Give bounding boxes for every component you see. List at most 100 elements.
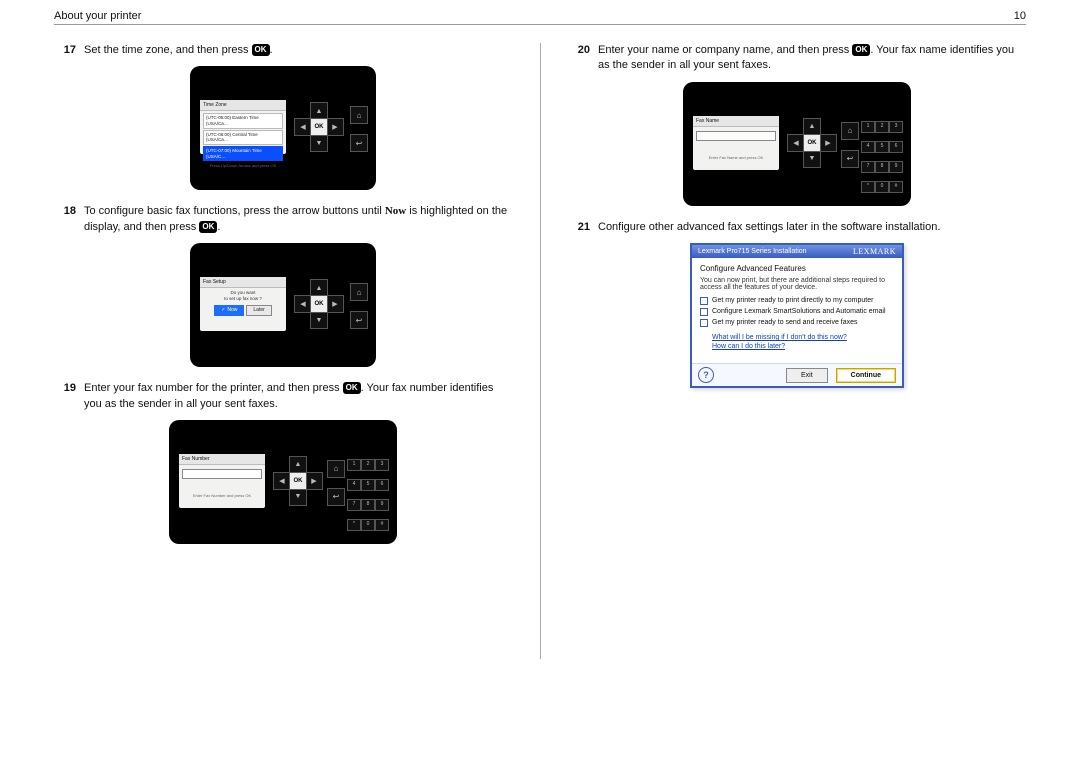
fax-number-field[interactable] (182, 469, 262, 479)
arrow-right-button[interactable]: ▶ (326, 295, 344, 313)
numkey[interactable]: 2 (875, 121, 889, 133)
numkey[interactable]: 1 (861, 121, 875, 133)
tz-item: (UTC-05:00) Eastern Time (USA/Ca… (203, 113, 283, 128)
help-icon[interactable]: ? (698, 367, 714, 383)
lcd-prompt: to set up fax now ? (203, 296, 283, 302)
numkey[interactable]: 0 (875, 181, 889, 193)
step-number: 19 (54, 381, 76, 412)
column-right: 2 0 Enter your name or company name, and … (540, 25, 1080, 665)
numkey[interactable]: 5 (875, 141, 889, 153)
dialog-link[interactable]: What will I be missing if I don't do thi… (712, 333, 894, 342)
dpad[interactable]: ▲ ▼ ◀ ▶ OK (273, 456, 321, 504)
check-label: Configure Lexmark SmartSolutions and Aut… (712, 308, 886, 315)
back-icon[interactable]: ↩ (350, 311, 368, 329)
numkey[interactable]: 8 (361, 499, 375, 511)
column-divider (540, 43, 541, 659)
now-button[interactable]: ✓ Now (214, 305, 244, 315)
checkbox-icon[interactable] (700, 319, 708, 327)
numkey[interactable]: 4 (861, 141, 875, 153)
ok-button[interactable]: OK (289, 472, 307, 490)
side-keys: ⌂ ↩ (350, 106, 366, 162)
numkey[interactable]: # (889, 181, 903, 193)
arrow-down-button[interactable]: ▼ (803, 150, 821, 168)
home-icon[interactable]: ⌂ (327, 460, 345, 478)
dialog-links: What will I be missing if I don't do thi… (712, 333, 894, 351)
step-text: Configure other advanced fax settings la… (598, 220, 1026, 235)
numkey[interactable]: 9 (889, 161, 903, 173)
dialog-title: Lexmark Pro715 Series Installation (698, 248, 807, 255)
numkey[interactable]: 3 (889, 121, 903, 133)
numkey[interactable]: 2 (361, 459, 375, 471)
arrow-down-button[interactable]: ▼ (310, 134, 328, 152)
checkbox-icon[interactable] (700, 297, 708, 305)
numkey[interactable]: * (347, 519, 361, 531)
numkey[interactable]: 6 (889, 141, 903, 153)
back-icon[interactable]: ↩ (350, 134, 368, 152)
step-17: 17 Set the time zone, and then press OK. (54, 43, 512, 58)
numkey[interactable]: 9 (375, 499, 389, 511)
check-icon: ✓ (221, 307, 225, 313)
numkey[interactable]: 7 (347, 499, 361, 511)
arrow-right-button[interactable]: ▶ (326, 118, 344, 136)
numkey[interactable]: 3 (375, 459, 389, 471)
lcd-hint: Press Up/Down Arrows and press OK (203, 163, 283, 168)
lcd-18: Fax Setup Do you want to set up fax now … (200, 277, 286, 331)
numkey[interactable]: 0 (361, 519, 375, 531)
numkey[interactable]: 6 (375, 479, 389, 491)
tz-item: (UTC-06:00) Central Time (USA/Ca… (203, 130, 283, 145)
numkey[interactable]: 5 (361, 479, 375, 491)
lcd-17: Time Zone (UTC-05:00) Eastern Time (USA/… (200, 100, 286, 154)
numkey[interactable]: 7 (861, 161, 875, 173)
arrow-down-button[interactable]: ▼ (310, 311, 328, 329)
dpad[interactable]: ▲ ▼ ◀ ▶ OK (787, 118, 835, 166)
ok-icon: OK (343, 382, 361, 394)
dpad[interactable]: ▲ ▼ ◀ ▶ OK (294, 279, 342, 327)
back-icon[interactable]: ↩ (327, 488, 345, 506)
dpad[interactable]: ▲ ▼ ◀ ▶ OK (294, 102, 342, 150)
later-button[interactable]: Later (246, 305, 271, 315)
arrow-right-button[interactable]: ▶ (305, 472, 323, 490)
numkey[interactable]: 1 (347, 459, 361, 471)
header-title: About your printer (54, 10, 141, 22)
brand-logo: LEXMARK (853, 247, 896, 256)
step-number: 18 (54, 204, 76, 235)
dialog-check-row: Get my printer ready to print directly t… (700, 297, 894, 305)
arrow-down-button[interactable]: ▼ (289, 488, 307, 506)
step-text: Enter your fax number for the printer, a… (84, 381, 512, 412)
numpad[interactable]: 123 456 789 *0# (347, 452, 395, 532)
home-icon[interactable]: ⌂ (841, 122, 859, 140)
back-icon[interactable]: ↩ (841, 150, 859, 168)
home-icon[interactable]: ⌂ (350, 283, 368, 301)
exit-button[interactable]: Exit (786, 368, 828, 383)
numkey[interactable]: # (375, 519, 389, 531)
numpad[interactable]: 123 456 789 *0# (861, 114, 909, 194)
ok-button[interactable]: OK (803, 134, 821, 152)
home-icon[interactable]: ⌂ (350, 106, 368, 124)
device-shot-18: Fax Setup Do you want to set up fax now … (190, 243, 376, 367)
ok-button[interactable]: OK (310, 295, 328, 313)
numkey[interactable]: 8 (875, 161, 889, 173)
device-shot-20: Fax Name Enter Fax Name and press OK ▲ ▼… (683, 82, 911, 206)
numkey[interactable]: 4 (347, 479, 361, 491)
lcd-hint: Enter Fax Number and press OK (182, 493, 262, 498)
software-dialog: Lexmark Pro715 Series Installation LEXMA… (690, 243, 904, 388)
ok-button[interactable]: OK (310, 118, 328, 136)
arrow-right-button[interactable]: ▶ (819, 134, 837, 152)
continue-button[interactable]: Continue (836, 368, 896, 383)
header-page-number: 10 (1014, 10, 1026, 22)
checkbox-icon[interactable] (700, 308, 708, 316)
dialog-link[interactable]: How can I do this later? (712, 342, 894, 351)
step-number: 17 (54, 43, 76, 58)
device-shot-19: Fax Number Enter Fax Number and press OK… (169, 420, 397, 544)
lcd-hint: Enter Fax Name and press OK (696, 155, 776, 160)
dialog-check-row: Get my printer ready to send and receive… (700, 319, 894, 327)
dialog-heading: Configure Advanced Features (700, 264, 894, 273)
fax-name-field[interactable] (696, 131, 776, 141)
numkey[interactable]: * (861, 181, 875, 193)
step-text: Enter your name or company name, and the… (598, 43, 1026, 74)
lcd-title: Fax Setup (200, 277, 286, 288)
check-label: Get my printer ready to print directly t… (712, 297, 873, 304)
step-number: 21 (568, 220, 590, 235)
tz-item-selected: (UTC-07:00) Mountain Time (USA/C… (203, 146, 283, 161)
ok-icon: OK (199, 221, 217, 233)
